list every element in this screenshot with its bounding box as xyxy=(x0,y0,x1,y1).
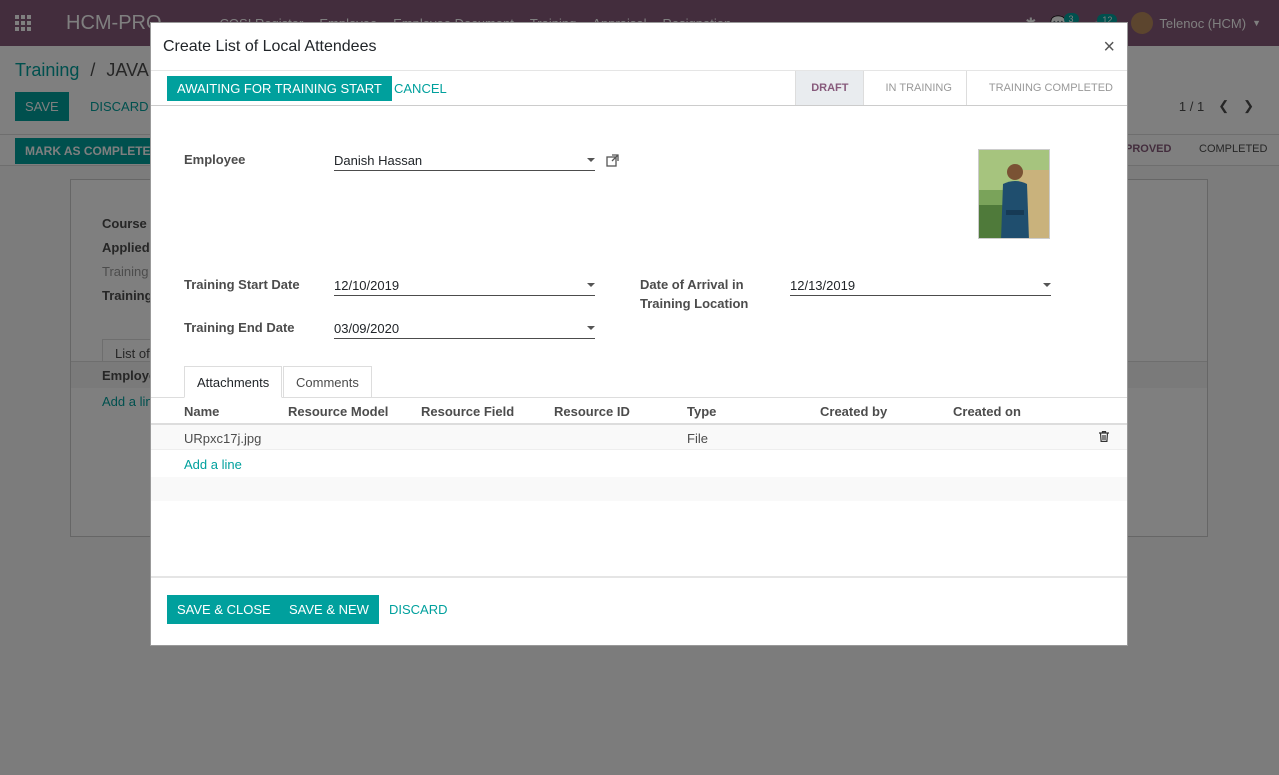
stage-in-training-label: IN TRAINING xyxy=(885,82,952,94)
discard-button[interactable]: DISCARD xyxy=(379,595,458,624)
col-resource-id[interactable]: Resource ID xyxy=(554,404,630,419)
training-start-date-field[interactable]: 12/10/2019 xyxy=(334,274,595,296)
tab-attachments[interactable]: Attachments xyxy=(184,366,283,398)
tab-comments[interactable]: Comments xyxy=(283,366,372,398)
training-end-date-label: Training End Date xyxy=(184,320,295,335)
arrival-date-dropdown-icon[interactable] xyxy=(1043,283,1051,287)
end-date-dropdown-icon[interactable] xyxy=(587,326,595,330)
training-start-date-label: Training Start Date xyxy=(184,277,300,292)
col-created-by[interactable]: Created by xyxy=(820,404,887,419)
cell-type: File xyxy=(687,431,708,446)
save-and-close-button[interactable]: SAVE & CLOSE xyxy=(167,595,281,624)
training-end-date-value: 03/09/2020 xyxy=(334,321,400,336)
notebook-tabs: Attachments Comments xyxy=(151,365,1127,398)
awaiting-training-start-button[interactable]: AWAITING FOR TRAINING START xyxy=(167,76,392,101)
col-resource-model[interactable]: Resource Model xyxy=(288,404,388,419)
close-icon[interactable]: × xyxy=(1103,37,1115,57)
create-attendees-dialog: Create List of Local Attendees × AWAITIN… xyxy=(150,22,1128,646)
start-date-dropdown-icon[interactable] xyxy=(587,283,595,287)
arrival-date-label: Date of Arrival in Training Location xyxy=(640,275,748,313)
table-row[interactable]: URpxc17j.jpg File xyxy=(151,425,1127,450)
external-link-icon[interactable] xyxy=(606,154,619,170)
arrival-date-value: 12/13/2019 xyxy=(790,278,856,293)
add-line-link[interactable]: Add a line xyxy=(184,457,242,472)
employee-field[interactable]: Danish Hassan xyxy=(334,149,595,171)
modal-title: Create List of Local Attendees xyxy=(163,37,377,55)
employee-photo[interactable] xyxy=(978,149,1050,239)
arrival-date-label-line1: Date of Arrival in xyxy=(640,277,744,292)
training-end-date-field[interactable]: 03/09/2020 xyxy=(334,317,595,339)
modal-header: Create List of Local Attendees × xyxy=(151,23,1127,71)
stage-pipeline: DRAFT IN TRAINING TRAINING COMPLETED xyxy=(795,71,1127,105)
stage-training-completed[interactable]: TRAINING COMPLETED xyxy=(965,71,1127,105)
training-start-date-value: 12/10/2019 xyxy=(334,278,400,293)
modal-footer: SAVE & CLOSE SAVE & NEW DISCARD xyxy=(151,576,1127,645)
save-and-new-button[interactable]: SAVE & NEW xyxy=(279,595,379,624)
col-name[interactable]: Name xyxy=(184,404,219,419)
col-type[interactable]: Type xyxy=(687,404,716,419)
employee-dropdown-icon[interactable] xyxy=(587,158,595,162)
employee-value: Danish Hassan xyxy=(334,153,423,168)
arrival-date-field[interactable]: 12/13/2019 xyxy=(790,274,1051,296)
attachments-table-header: Name Resource Model Resource Field Resou… xyxy=(151,398,1127,425)
empty-row xyxy=(151,477,1127,501)
trash-icon[interactable] xyxy=(1099,430,1109,445)
modal-statusbar: AWAITING FOR TRAINING START CANCEL DRAFT… xyxy=(151,71,1127,106)
stage-in-training[interactable]: IN TRAINING xyxy=(862,71,966,105)
employee-label: Employee xyxy=(184,152,246,167)
arrival-date-label-line2: Training Location xyxy=(640,296,749,311)
cell-name: URpxc17j.jpg xyxy=(184,431,262,446)
col-resource-field[interactable]: Resource Field xyxy=(421,404,514,419)
cancel-button[interactable]: CANCEL xyxy=(384,76,457,101)
stage-draft-label: DRAFT xyxy=(811,82,849,94)
stage-training-completed-label: TRAINING COMPLETED xyxy=(988,82,1113,94)
col-created-on[interactable]: Created on xyxy=(953,404,1021,419)
stage-draft[interactable]: DRAFT xyxy=(795,71,863,105)
form-body: Employee Danish Hassan Training Start Da… xyxy=(151,106,1127,576)
